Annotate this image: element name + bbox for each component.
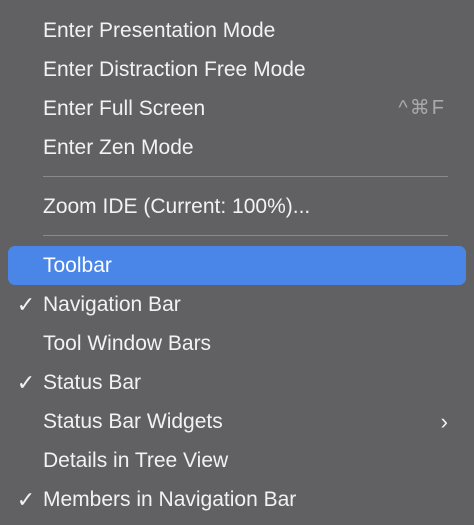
menu-item-enter-zen-mode[interactable]: Enter Zen Mode bbox=[8, 128, 466, 167]
keyboard-shortcut: ^⌘F bbox=[398, 97, 446, 119]
menu-item-details-in-tree-view[interactable]: Details in Tree View bbox=[8, 441, 466, 480]
menu-item-label: Details in Tree View bbox=[43, 449, 229, 472]
menu-item-label: Enter Full Screen bbox=[43, 97, 206, 120]
view-appearance-menu: Enter Presentation Mode Enter Distractio… bbox=[0, 0, 474, 525]
menu-item-label: Enter Presentation Mode bbox=[43, 19, 276, 42]
menu-item-label: Status Bar bbox=[43, 371, 142, 394]
menu-item-label: Members in Navigation Bar bbox=[43, 488, 297, 511]
menu-item-toolbar[interactable]: Toolbar bbox=[8, 246, 466, 285]
menu-item-members-in-navigation-bar[interactable]: ✓ Members in Navigation Bar bbox=[8, 480, 466, 519]
menu-item-enter-presentation-mode[interactable]: Enter Presentation Mode bbox=[8, 11, 466, 50]
menu-item-enter-distraction-free-mode[interactable]: Enter Distraction Free Mode bbox=[8, 50, 466, 89]
menu-item-status-bar[interactable]: ✓ Status Bar bbox=[8, 363, 466, 402]
menu-item-label: Enter Distraction Free Mode bbox=[43, 58, 306, 81]
menu-separator bbox=[0, 167, 474, 187]
checkmark-icon: ✓ bbox=[16, 292, 36, 317]
menu-item-enter-full-screen[interactable]: Enter Full Screen ^⌘F bbox=[8, 89, 466, 128]
menu-item-label: Navigation Bar bbox=[43, 293, 181, 316]
menu-item-label: Toolbar bbox=[43, 254, 112, 277]
chevron-right-icon: › bbox=[440, 409, 448, 434]
menu-item-label: Status Bar Widgets bbox=[43, 410, 223, 433]
menu-item-status-bar-widgets[interactable]: Status Bar Widgets › bbox=[8, 402, 466, 441]
checkmark-icon: ✓ bbox=[16, 370, 36, 395]
menu-item-label: Tool Window Bars bbox=[43, 332, 212, 355]
menu-item-navigation-bar[interactable]: ✓ Navigation Bar bbox=[8, 285, 466, 324]
menu-item-label: Enter Zen Mode bbox=[43, 136, 194, 159]
checkmark-icon: ✓ bbox=[16, 487, 36, 512]
menu-item-zoom-ide[interactable]: Zoom IDE (Current: 100%)... bbox=[8, 187, 466, 226]
menu-separator bbox=[0, 226, 474, 246]
menu-item-tool-window-bars[interactable]: Tool Window Bars bbox=[8, 324, 466, 363]
menu-item-label: Zoom IDE (Current: 100%)... bbox=[43, 195, 311, 218]
